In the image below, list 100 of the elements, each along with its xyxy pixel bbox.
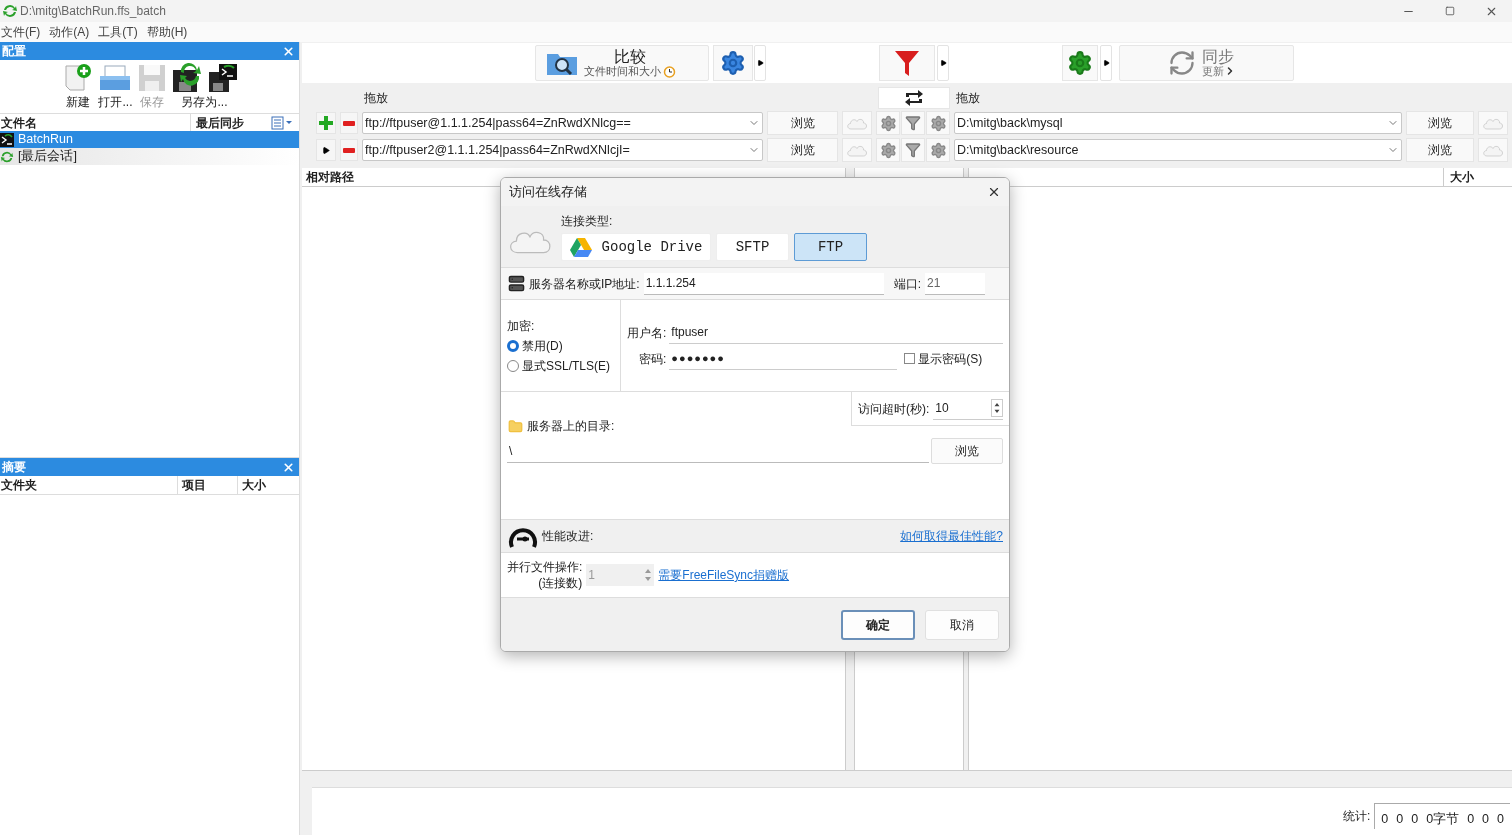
- menu-item[interactable]: 动作(A): [49, 23, 90, 41]
- cloud-icon: [1482, 143, 1504, 157]
- caret-icon: [756, 59, 764, 67]
- sync-settings-button[interactable]: [1062, 45, 1098, 81]
- server-icon: [508, 275, 525, 292]
- compare-settings-button[interactable]: [713, 45, 753, 81]
- timeout-label: 访问超时(秒):: [858, 400, 930, 418]
- remove-pair-button[interactable]: [340, 139, 358, 161]
- status-count: 0: [1396, 811, 1404, 829]
- status-count: 0: [1497, 811, 1504, 829]
- connection-type-button[interactable]: Google Drive: [561, 233, 711, 261]
- connection-type-label: 连接类型:: [561, 213, 614, 230]
- ok-button[interactable]: 确定: [841, 609, 915, 640]
- connection-type-button[interactable]: FTP: [794, 233, 867, 261]
- filter-button[interactable]: [901, 111, 925, 135]
- config-list-item[interactable]: BatchRun: [0, 131, 299, 148]
- drive-logo-icon: [569, 237, 592, 257]
- cancel-button[interactable]: 取消: [925, 609, 999, 640]
- sync-label: 同步: [1202, 49, 1234, 65]
- filter-button[interactable]: [879, 45, 935, 81]
- compare-label: 比较: [614, 48, 646, 65]
- plus-icon: [319, 116, 333, 130]
- settings-button[interactable]: [926, 111, 950, 135]
- panel-title: 配置: [2, 45, 26, 57]
- timeout-spinner[interactable]: 10: [933, 397, 1004, 420]
- swap-icon: [903, 89, 925, 107]
- sync-icon: [1168, 49, 1196, 77]
- compare-variant: 文件时间和大小: [584, 65, 661, 77]
- settings-icon: [1067, 50, 1093, 76]
- column-header[interactable]: 项目: [177, 476, 237, 494]
- sync-button[interactable]: 同步 更新: [1119, 45, 1294, 81]
- column-header[interactable]: 大小: [1443, 168, 1474, 186]
- drop-label: 拖放: [364, 90, 389, 107]
- column-header[interactable]: 相对路径: [302, 168, 354, 186]
- toolbar-button[interactable]: 另存为...: [169, 62, 240, 112]
- status-count: 0: [1411, 811, 1419, 829]
- column-header[interactable]: 大小: [237, 476, 297, 494]
- settings-icon: [720, 50, 746, 76]
- filter-icon: [905, 142, 921, 158]
- port-label: 端口:: [893, 275, 921, 293]
- status-count: 0: [1381, 811, 1389, 829]
- dropdown-arrow-button[interactable]: [937, 45, 949, 81]
- list-view-icon[interactable]: [268, 115, 294, 130]
- dropdown-arrow-button[interactable]: [1100, 45, 1112, 81]
- toolbar-button[interactable]: 新建: [61, 62, 96, 112]
- drop-label: 拖放: [956, 90, 980, 107]
- status-count: 0字节: [1426, 811, 1460, 829]
- expand-button[interactable]: [316, 139, 336, 161]
- show-password-checkbox[interactable]: 显示密码(S): [904, 349, 983, 368]
- settings-icon: [929, 141, 947, 159]
- connection-type-button[interactable]: SFTP: [716, 233, 789, 261]
- parallel-sublabel: (连接数): [538, 575, 583, 591]
- caret-icon: [939, 59, 947, 67]
- settings-icon: [879, 114, 897, 132]
- folder-path-combobox[interactable]: ftp://ftpuser@1.1.1.254|pass64=ZnRwdXNlcg==: [362, 112, 763, 134]
- browse-button[interactable]: 浏览: [1406, 111, 1474, 135]
- browse-button[interactable]: 浏览: [767, 111, 838, 135]
- compare-button[interactable]: 比较 文件时间和大小: [535, 45, 709, 81]
- port-field[interactable]: 21: [925, 272, 985, 295]
- browse-button[interactable]: 浏览: [931, 438, 1003, 464]
- directory-label: 服务器上的目录:: [527, 418, 615, 435]
- encryption-radio[interactable]: 禁用(D): [507, 336, 620, 355]
- caret-icon: [1102, 59, 1110, 67]
- add-pair-button[interactable]: [316, 112, 336, 134]
- folder-path-combobox[interactable]: D:\mitg\back\resource: [954, 139, 1402, 161]
- minus-icon: [343, 147, 355, 153]
- column-header[interactable]: 文件名: [0, 113, 190, 132]
- performance-label: 性能改进:: [542, 528, 594, 545]
- close-icon[interactable]: [987, 185, 1001, 199]
- browse-button[interactable]: 浏览: [767, 138, 838, 162]
- performance-link[interactable]: 如何取得最佳性能?: [900, 527, 1003, 545]
- save-terminal-icon: [206, 62, 239, 94]
- donation-link[interactable]: 需要FreeFileSync捐赠版: [658, 566, 790, 584]
- spin-icon: [991, 399, 1004, 417]
- settings-button[interactable]: [926, 138, 950, 162]
- terminal-icon: [0, 132, 14, 147]
- browse-button[interactable]: 浏览: [1406, 138, 1474, 162]
- toolbar-button[interactable]: 打开...: [97, 62, 134, 112]
- cloud-icon: [1482, 116, 1504, 130]
- password-label: 密码:: [639, 350, 667, 368]
- filter-button[interactable]: [901, 138, 925, 162]
- server-field[interactable]: 1.1.1.254: [643, 272, 884, 295]
- encryption-label: 加密:: [507, 317, 536, 335]
- alarm-clock-icon: [663, 64, 676, 78]
- settings-button[interactable]: [876, 138, 900, 162]
- maximize-icon[interactable]: [1445, 6, 1455, 16]
- menu-item[interactable]: 帮助(H): [146, 23, 188, 41]
- menu-item[interactable]: 文件(F): [1, 23, 41, 41]
- settings-button[interactable]: [876, 111, 900, 135]
- folder-path-combobox[interactable]: ftp://ftpuser2@1.1.1.254|pass64=ZnRwdXNlcjI=: [362, 139, 763, 161]
- swap-sides-button[interactable]: [878, 87, 950, 109]
- remove-pair-button[interactable]: [340, 112, 358, 134]
- column-header[interactable]: 文件夹: [0, 476, 177, 494]
- server-label: 服务器名称或IP地址:: [529, 275, 640, 293]
- menu-item[interactable]: 工具(T): [98, 23, 138, 41]
- folder-icon: [508, 418, 523, 434]
- folder-path-combobox[interactable]: D:\mitg\back\mysql: [954, 112, 1402, 134]
- encryption-radio[interactable]: 显式SSL/TLS(E): [507, 356, 620, 375]
- status-count: 0: [1467, 811, 1475, 829]
- dropdown-arrow-button[interactable]: [754, 45, 766, 81]
